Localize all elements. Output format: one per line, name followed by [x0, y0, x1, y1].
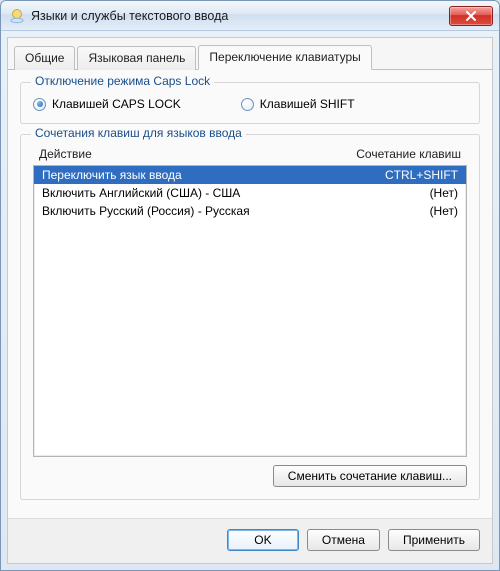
hotkeys-groupbox: Сочетания клавиш для языков ввода Действ…	[20, 134, 480, 500]
close-button[interactable]	[449, 6, 493, 26]
radio-shift[interactable]: Клавишей SHIFT	[241, 97, 355, 111]
apply-button[interactable]: Применить	[388, 529, 480, 551]
change-combo-row: Сменить сочетание клавиш...	[33, 457, 467, 487]
radio-capslock[interactable]: Клавишей CAPS LOCK	[33, 97, 181, 111]
list-combo: CTRL+SHIFT	[385, 168, 458, 182]
capslock-groupbox: Отключение режима Caps Lock Клавишей CAP…	[20, 82, 480, 124]
titlebar[interactable]: Языки и службы текстового ввода	[1, 1, 499, 31]
tab-keyboard-switch[interactable]: Переключение клавиатуры	[198, 45, 371, 70]
window-title: Языки и службы текстового ввода	[31, 9, 449, 23]
tab-language-bar[interactable]: Языковая панель	[77, 46, 196, 70]
list-header: Действие Сочетание клавиш	[33, 145, 467, 165]
change-shortcut-button[interactable]: Сменить сочетание клавиш...	[273, 465, 467, 487]
tabpage-keyboard-switch: Отключение режима Caps Lock Клавишей CAP…	[8, 70, 492, 518]
close-icon	[465, 11, 477, 21]
radio-capslock-label: Клавишей CAPS LOCK	[52, 97, 181, 111]
tabstrip: Общие Языковая панель Переключение клави…	[8, 38, 492, 70]
app-icon	[9, 8, 25, 24]
col-combo: Сочетание клавиш	[356, 147, 461, 161]
client-area: Общие Языковая панель Переключение клави…	[7, 37, 493, 564]
ok-button[interactable]: OK	[227, 529, 299, 551]
radio-dot-icon	[33, 98, 46, 111]
dialog-footer: OK Отмена Применить	[8, 518, 492, 563]
hotkeys-legend: Сочетания клавиш для языков ввода	[31, 126, 246, 140]
list-action: Переключить язык ввода	[42, 168, 182, 182]
list-combo: (Нет)	[430, 204, 458, 218]
cancel-button[interactable]: Отмена	[307, 529, 380, 551]
list-item[interactable]: Включить Английский (США) - США (Нет)	[34, 184, 466, 202]
col-action: Действие	[39, 147, 92, 161]
list-item[interactable]: Переключить язык ввода CTRL+SHIFT	[34, 166, 466, 184]
list-combo: (Нет)	[430, 186, 458, 200]
list-item[interactable]: Включить Русский (Россия) - Русская (Нет…	[34, 202, 466, 220]
capslock-radio-row: Клавишей CAPS LOCK Клавишей SHIFT	[33, 93, 467, 111]
list-action: Включить Русский (Россия) - Русская	[42, 204, 250, 218]
dialog-window: Языки и службы текстового ввода Общие Яз…	[0, 0, 500, 571]
tab-general[interactable]: Общие	[14, 46, 75, 70]
radio-dot-icon	[241, 98, 254, 111]
radio-shift-label: Клавишей SHIFT	[260, 97, 355, 111]
hotkeys-list[interactable]: Переключить язык ввода CTRL+SHIFT Включи…	[33, 165, 467, 457]
list-action: Включить Английский (США) - США	[42, 186, 240, 200]
capslock-legend: Отключение режима Caps Lock	[31, 74, 214, 88]
